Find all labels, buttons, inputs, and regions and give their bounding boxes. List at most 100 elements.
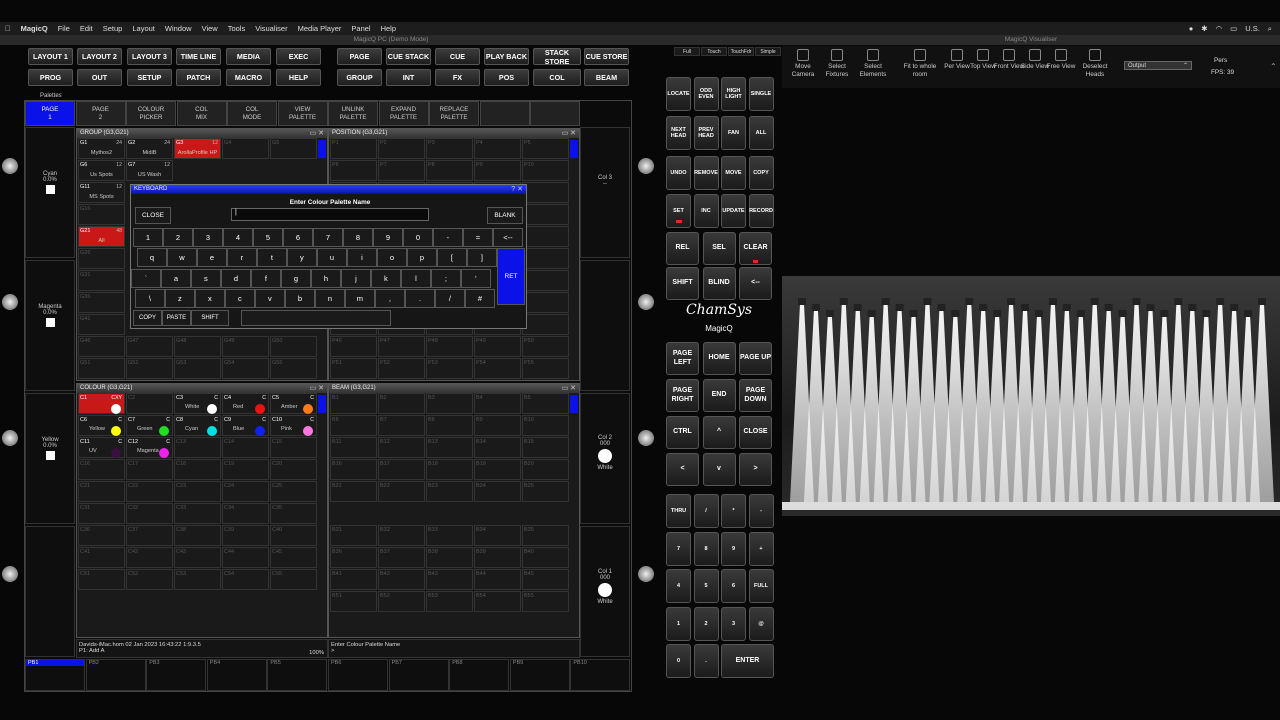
- beam-cell[interactable]: B4: [474, 393, 521, 414]
- key-symbol[interactable]: \: [135, 289, 165, 308]
- position-cell[interactable]: P1: [330, 138, 377, 159]
- menu-panel[interactable]: Panel: [346, 24, 375, 33]
- key-i[interactable]: i: [347, 248, 377, 267]
- beam-cell[interactable]: B37: [378, 547, 425, 568]
- beam-cell[interactable]: B54: [474, 591, 521, 612]
- btn-play-back[interactable]: PLAY BACK: [484, 48, 529, 65]
- fixture-head-icon[interactable]: [881, 298, 890, 305]
- position-cell[interactable]: [522, 270, 569, 291]
- fixture-head-icon[interactable]: [1202, 310, 1211, 317]
- fixture-head-icon[interactable]: [839, 298, 848, 305]
- softkey-9[interactable]: REPLACE PALETTE: [429, 101, 479, 126]
- beam-cell[interactable]: B33: [426, 525, 473, 546]
- key-symbol[interactable]: #: [465, 289, 495, 308]
- key-[interactable]: <: [666, 453, 699, 486]
- key-odd-even[interactable]: ODD EVEN: [693, 77, 719, 111]
- key-6[interactable]: 6: [283, 228, 313, 247]
- key-inc[interactable]: INC: [693, 194, 719, 228]
- key-undo[interactable]: UNDO: [666, 156, 691, 190]
- btn-help[interactable]: HELP: [276, 69, 321, 86]
- fixture-head-icon[interactable]: [825, 310, 834, 317]
- beam-cell[interactable]: B39: [474, 547, 521, 568]
- playback-2[interactable]: PB2: [85, 659, 146, 691]
- key-symbol[interactable]: ': [461, 269, 491, 288]
- paste-key[interactable]: PASTE: [162, 310, 191, 326]
- keypad-3[interactable]: 3: [721, 607, 746, 641]
- position-cell[interactable]: P54: [474, 358, 521, 379]
- position-cell[interactable]: [522, 204, 569, 225]
- beam-cell[interactable]: B3: [426, 393, 473, 414]
- key-l[interactable]: l: [401, 269, 431, 288]
- key-s[interactable]: s: [191, 269, 221, 288]
- menu-view[interactable]: View: [197, 24, 223, 33]
- beam-cell[interactable]: B41: [330, 569, 377, 590]
- btn-time-line[interactable]: TIME LINE: [176, 48, 221, 65]
- command-line[interactable]: >: [331, 648, 577, 654]
- group-cell[interactable]: G4: [222, 138, 269, 159]
- colour-cell[interactable]: C6 C Yellow: [78, 415, 125, 436]
- scrollbar[interactable]: [318, 140, 326, 158]
- keypad-enter[interactable]: ENTER: [721, 644, 774, 678]
- key-h[interactable]: h: [311, 269, 341, 288]
- key-move[interactable]: MOVE: [721, 156, 746, 190]
- encoder-knob-icon[interactable]: [638, 566, 654, 582]
- key-rel[interactable]: REL: [666, 232, 699, 265]
- colour-cell[interactable]: C24: [222, 481, 269, 502]
- playback-8[interactable]: PB8: [449, 659, 510, 691]
- beam-cell[interactable]: B45: [522, 569, 569, 590]
- window-controls[interactable]: ▭ ✕: [310, 129, 324, 138]
- colour-cell[interactable]: C16: [78, 459, 125, 480]
- colour-cell[interactable]: C37: [126, 525, 173, 546]
- fixture-head-icon[interactable]: [798, 298, 806, 305]
- playback-1[interactable]: PB1: [25, 659, 85, 691]
- fixture-head-icon[interactable]: [1174, 298, 1183, 305]
- key-symbol[interactable]: ;: [431, 269, 461, 288]
- key-symbol[interactable]: `: [131, 269, 161, 288]
- key-5[interactable]: 5: [253, 228, 283, 247]
- beam-cell[interactable]: B15: [522, 437, 569, 458]
- colour-cell[interactable]: C25: [270, 481, 317, 502]
- fixture-head-icon[interactable]: [1188, 304, 1197, 311]
- key-v[interactable]: v: [255, 289, 285, 308]
- keypad-1[interactable]: 1: [666, 607, 691, 641]
- key-locate[interactable]: LOCATE: [666, 77, 691, 111]
- group-cell[interactable]: G6 12 Us Spots: [78, 160, 125, 181]
- output-select[interactable]: Output ⌃: [1124, 61, 1192, 70]
- colour-cell[interactable]: C52: [126, 569, 173, 590]
- btn-patch[interactable]: PATCH: [176, 69, 221, 86]
- colour-cell[interactable]: C10 C Pink: [270, 415, 317, 436]
- key-a[interactable]: a: [161, 269, 191, 288]
- beam-cell[interactable]: B19: [474, 459, 521, 480]
- fixture-head-icon[interactable]: [1076, 310, 1085, 317]
- colour-cell[interactable]: C34: [222, 503, 269, 524]
- btn-exec[interactable]: EXEC: [276, 48, 321, 65]
- key-n[interactable]: n: [315, 289, 345, 308]
- btn-cue-stack[interactable]: CUE STACK: [386, 48, 431, 65]
- beam-cell[interactable]: B23: [426, 481, 473, 502]
- position-cell[interactable]: P10: [522, 160, 569, 181]
- colour-cell[interactable]: C8 C Cyan: [174, 415, 221, 436]
- key-3[interactable]: 3: [193, 228, 223, 247]
- mode-touch[interactable]: Touch: [701, 47, 727, 56]
- menu-setup[interactable]: Setup: [98, 24, 128, 33]
- colour-cell[interactable]: C36: [78, 525, 125, 546]
- colour-cell[interactable]: C20: [270, 459, 317, 480]
- beam-cell[interactable]: B18: [426, 459, 473, 480]
- key-pageup[interactable]: PAGE UP: [739, 342, 772, 375]
- key-symbol[interactable]: <--: [493, 228, 523, 247]
- colour-cell[interactable]: C7 C Green: [126, 415, 173, 436]
- softkey-1[interactable]: PAGE 1: [25, 101, 75, 126]
- menu-file[interactable]: File: [53, 24, 75, 33]
- beam-cell[interactable]: B13: [426, 437, 473, 458]
- key-[interactable]: >: [739, 453, 772, 486]
- group-cell[interactable]: G50: [270, 336, 317, 357]
- encoder-knob-icon[interactable]: [638, 430, 654, 446]
- keypad-symbol[interactable]: *: [721, 494, 746, 528]
- beam-cell[interactable]: B12: [378, 437, 425, 458]
- colour-cell[interactable]: C12 C Magenta: [126, 437, 173, 458]
- key-u[interactable]: u: [317, 248, 347, 267]
- colour-cell[interactable]: C45: [270, 547, 317, 568]
- position-cell[interactable]: P51: [330, 358, 377, 379]
- key-pageleft[interactable]: PAGE LEFT: [666, 342, 699, 375]
- scrollbar[interactable]: [570, 140, 578, 158]
